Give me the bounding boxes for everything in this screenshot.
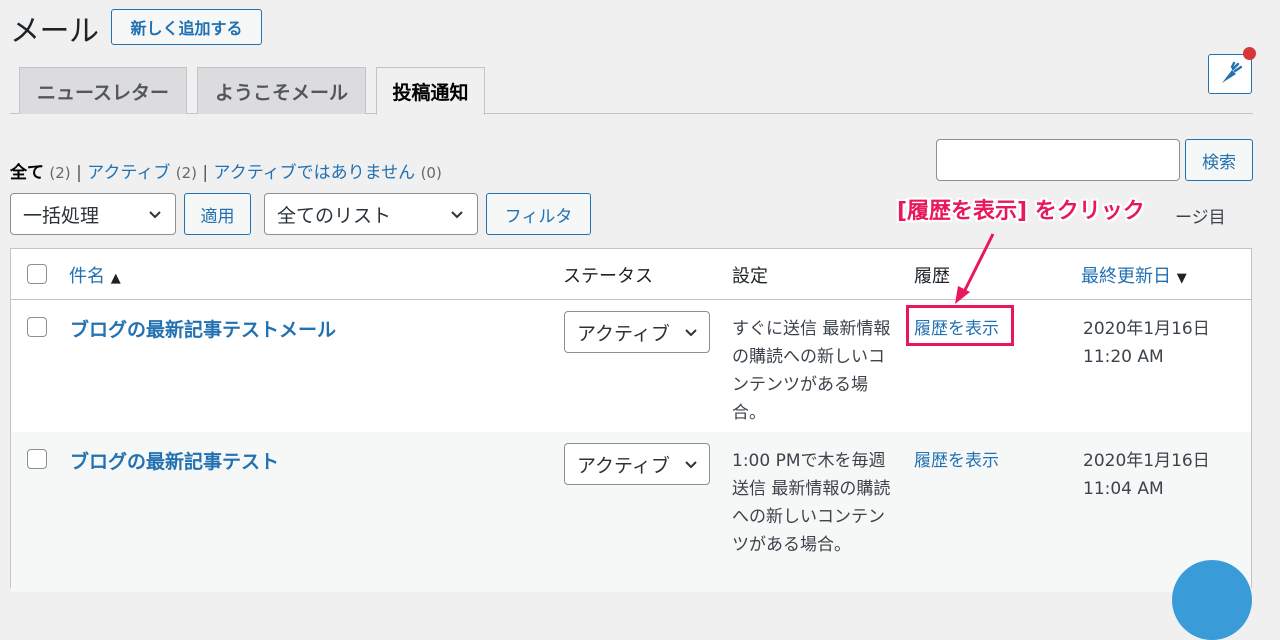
time-value: 11:20 AM bbox=[1083, 347, 1164, 367]
view-history-link[interactable]: 履歴を表示 bbox=[914, 446, 999, 471]
date-value: 2020年1月16日 bbox=[1083, 451, 1210, 471]
sort-asc-icon: ▲ bbox=[110, 271, 121, 286]
column-updated-label: 最終更新日 bbox=[1081, 266, 1171, 287]
chevron-down-icon bbox=[149, 211, 161, 219]
filter-button[interactable]: フィルタ bbox=[486, 193, 591, 235]
status-filters: 全て (2) | アクティブ (2) | アクティブではありません (0) bbox=[10, 158, 442, 183]
add-new-button[interactable]: 新しく追加する bbox=[111, 9, 262, 45]
chevron-down-icon bbox=[451, 211, 463, 219]
email-title-link[interactable]: ブログの最新記事テスト bbox=[70, 447, 279, 474]
carrot-icon bbox=[1222, 61, 1243, 83]
apply-button[interactable]: 適用 bbox=[184, 193, 251, 235]
updated-date: 2020年1月16日 11:20 AM bbox=[1083, 315, 1210, 371]
filter-all[interactable]: 全て bbox=[10, 163, 44, 183]
email-table: 件名 ▲ ステータス 設定 履歴 最終更新日 ▼ ブログの最新記事テストメール … bbox=[10, 248, 1252, 592]
help-chat-bubble[interactable] bbox=[1172, 560, 1252, 640]
column-updated[interactable]: 最終更新日 ▼ bbox=[1081, 262, 1187, 288]
column-name-label: 件名 bbox=[69, 266, 105, 287]
filter-inactive-count: (0) bbox=[420, 164, 442, 182]
bulk-action-select[interactable]: 一括処理 bbox=[10, 193, 176, 235]
filter-active[interactable]: アクティブ bbox=[87, 163, 170, 183]
status-select[interactable]: アクティブ bbox=[564, 311, 710, 353]
pagination-text: ージ目 bbox=[1175, 208, 1226, 228]
sort-desc-icon: ▼ bbox=[1176, 271, 1187, 286]
table-row: ブログの最新記事テスト アクティブ 1:00 PMで木を毎週送信 最新情報の購読… bbox=[11, 432, 1251, 592]
separator: | bbox=[202, 163, 209, 183]
date-value: 2020年1月16日 bbox=[1083, 319, 1210, 339]
annotation-highlight-box bbox=[906, 305, 1014, 346]
tab-welcome-email[interactable]: ようこそメール bbox=[197, 67, 366, 114]
help-button[interactable] bbox=[1208, 54, 1252, 94]
table-header: 件名 ▲ ステータス 設定 履歴 最終更新日 ▼ bbox=[11, 249, 1251, 300]
email-title-link[interactable]: ブログの最新記事テストメール bbox=[70, 315, 336, 342]
updated-date: 2020年1月16日 11:04 AM bbox=[1083, 447, 1210, 503]
column-status: ステータス bbox=[563, 266, 653, 287]
status-value: アクティブ bbox=[577, 454, 670, 477]
settings-text: すぐに送信 最新情報の購読への新しいコンテンツがある場合。 bbox=[732, 319, 891, 423]
search-button[interactable]: 検索 bbox=[1185, 139, 1253, 181]
time-value: 11:04 AM bbox=[1083, 479, 1164, 499]
column-settings: 設定 bbox=[732, 266, 768, 287]
column-history: 履歴 bbox=[914, 266, 950, 287]
tab-post-notification[interactable]: 投稿通知 bbox=[376, 67, 485, 115]
table-row: ブログの最新記事テストメール アクティブ すぐに送信 最新情報の購読への新しいコ… bbox=[11, 300, 1251, 432]
bulk-action-value: 一括処理 bbox=[23, 204, 100, 227]
list-filter-value: 全てのリスト bbox=[277, 204, 392, 227]
annotation-callout: [履歴を表示] をクリック bbox=[897, 199, 1145, 224]
tab-newsletter[interactable]: ニュースレター bbox=[19, 67, 187, 114]
chevron-down-icon bbox=[685, 329, 697, 337]
notification-dot bbox=[1243, 47, 1256, 60]
page-title: メール bbox=[10, 14, 99, 49]
filter-active-count: (2) bbox=[175, 164, 197, 182]
row-checkbox[interactable] bbox=[27, 317, 47, 337]
column-name[interactable]: 件名 ▲ bbox=[69, 262, 121, 288]
select-all-checkbox[interactable] bbox=[27, 264, 47, 284]
list-filter-select[interactable]: 全てのリスト bbox=[264, 193, 478, 235]
settings-text: 1:00 PMで木を毎週送信 最新情報の購読への新しいコンテンツがある場合。 bbox=[732, 451, 891, 555]
row-checkbox[interactable] bbox=[27, 449, 47, 469]
status-value: アクティブ bbox=[577, 322, 670, 345]
chevron-down-icon bbox=[685, 461, 697, 469]
filter-inactive[interactable]: アクティブではありません bbox=[214, 163, 416, 183]
status-select[interactable]: アクティブ bbox=[564, 443, 710, 485]
filter-all-count: (2) bbox=[49, 164, 71, 182]
separator: | bbox=[76, 163, 82, 183]
annotation-arrow-icon bbox=[955, 233, 995, 304]
search-input[interactable] bbox=[936, 139, 1180, 181]
